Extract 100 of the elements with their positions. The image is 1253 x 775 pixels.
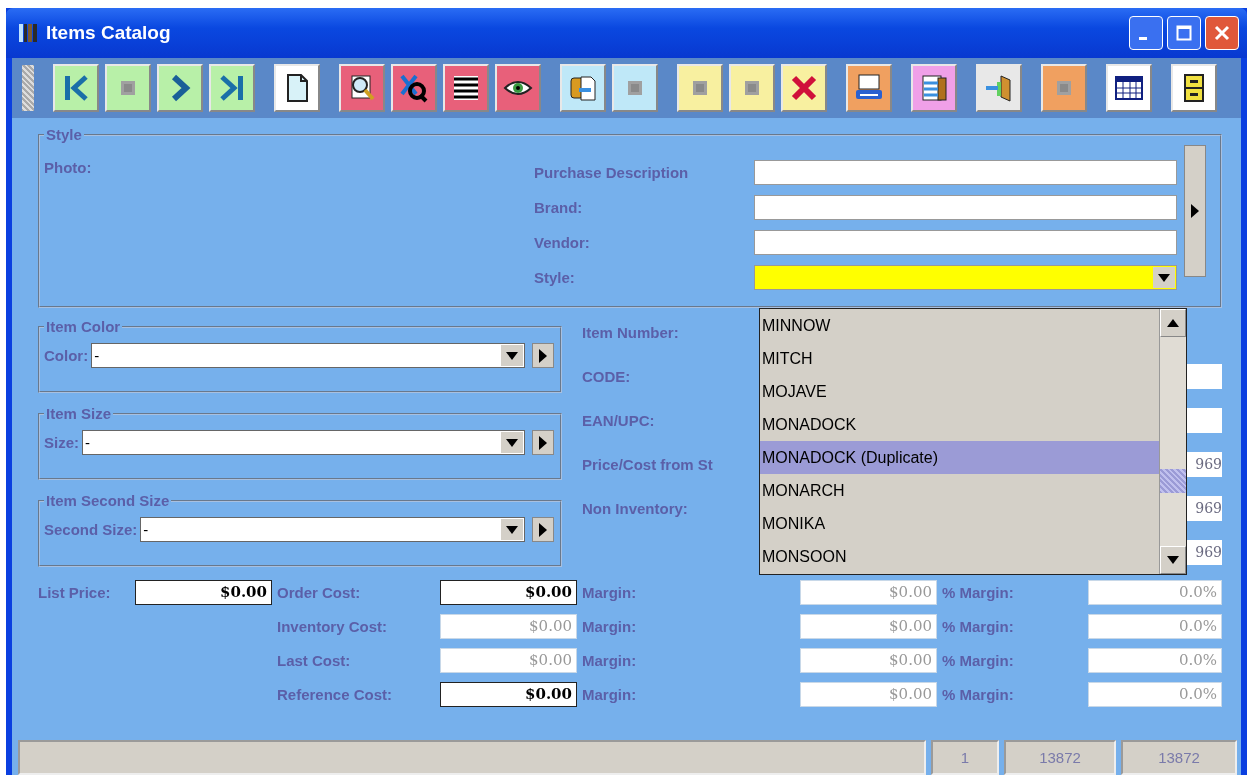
toolbar-grip[interactable] [22, 65, 34, 111]
dropdown-field[interactable]: - [82, 430, 525, 455]
field-label: % Margin: [941, 618, 1015, 635]
new-document-button[interactable] [274, 64, 320, 112]
close-icon [1214, 25, 1230, 41]
field-label: Margin: [581, 652, 638, 669]
import-button[interactable] [911, 64, 957, 112]
cost-field: $0.00 [440, 614, 577, 639]
text-field[interactable] [754, 230, 1177, 255]
margin-field: $0.00 [800, 682, 937, 707]
dropdown-option[interactable]: MITCH [760, 342, 1159, 375]
clear-search-icon [398, 72, 430, 104]
right-arrow-icon [539, 435, 547, 450]
dropdown-option[interactable]: MINNOW [760, 309, 1159, 342]
detail-button[interactable] [532, 343, 554, 368]
close-button[interactable] [1205, 16, 1239, 50]
right-arrow-icon [539, 522, 547, 537]
group-title: Item Second Size [45, 492, 171, 509]
clear-search-button[interactable] [391, 64, 437, 112]
app-logo-icon [18, 22, 38, 44]
percent-field: 0.0% [1088, 648, 1222, 673]
detail-button[interactable] [532, 430, 554, 455]
group-title: Item Size [45, 405, 113, 422]
dropdown-field[interactable]: - [140, 517, 525, 542]
search-button[interactable] [339, 64, 385, 112]
field-label: % Margin: [941, 686, 1015, 703]
minimize-icon [1139, 36, 1147, 40]
percent-field: 0.0% [1088, 580, 1222, 605]
eye-button[interactable] [495, 64, 541, 112]
field-label: Vendor: [534, 234, 591, 251]
right-arrow-icon [1191, 204, 1199, 218]
price-field[interactable]: $0.00 [135, 580, 272, 605]
dropdown-option[interactable]: MONADOCK [760, 408, 1159, 441]
field-label: Last Cost: [276, 652, 352, 669]
field-label: Margin: [581, 686, 638, 703]
field-label: Second Size: [44, 521, 138, 538]
minimize-button[interactable] [1129, 16, 1163, 50]
field-label: Purchase Description [534, 164, 690, 181]
table-button[interactable] [1106, 64, 1152, 112]
cost-field[interactable]: $0.00 [440, 580, 577, 605]
field-label: Reference Cost: [276, 686, 394, 703]
field-label: Price/Cost from St [582, 455, 713, 473]
up-arrow-icon [1167, 319, 1179, 327]
field-label: Item Number: [582, 323, 679, 341]
cabinet-button[interactable] [1171, 64, 1217, 112]
scroll-down-button[interactable] [1160, 546, 1186, 574]
detail-button[interactable] [532, 517, 554, 542]
right-arrow-icon [539, 348, 547, 363]
dropdown-option[interactable]: MONSOON [760, 540, 1159, 573]
percent-field: 0.0% [1088, 614, 1222, 639]
field-label: CODE: [582, 367, 631, 385]
field-label: % Margin: [941, 652, 1015, 669]
field-label: % Margin: [941, 584, 1015, 601]
dropdown-option[interactable]: MONADOCK (Duplicate) [760, 441, 1159, 474]
text-field[interactable]: 969 [1187, 495, 1222, 521]
next-record-button[interactable] [157, 64, 203, 112]
status-cell: 13872 [1004, 740, 1116, 775]
cost-field[interactable]: $0.00 [440, 682, 577, 707]
text-field[interactable]: 969 [1187, 451, 1222, 477]
margin-field: $0.00 [800, 614, 937, 639]
scroll-up-button[interactable] [1160, 309, 1186, 337]
window-title: Items Catalog [46, 22, 172, 44]
dropdown-option[interactable]: MOJAVE [760, 375, 1159, 408]
dropdown-field[interactable]: - [91, 343, 525, 368]
print-button[interactable] [846, 64, 892, 112]
field-label: Style: [534, 269, 576, 286]
style-dropdown-field[interactable] [754, 265, 1177, 290]
first-record-button[interactable] [53, 64, 99, 112]
field-label: Margin: [581, 618, 638, 635]
text-field[interactable] [1187, 407, 1222, 433]
down-arrow-icon [1167, 556, 1179, 564]
field-label: List Price: [38, 584, 112, 601]
text-field[interactable]: 969 [1187, 539, 1222, 565]
dropdown-option[interactable]: MONARCH [760, 474, 1159, 507]
text-field[interactable] [754, 160, 1177, 185]
field-label: EAN/UPC: [582, 411, 655, 429]
maximize-button[interactable] [1167, 16, 1201, 50]
text-field[interactable] [754, 195, 1177, 220]
field-label: Brand: [534, 199, 584, 216]
maximize-icon [1176, 25, 1192, 41]
field-label: Order Cost: [276, 584, 362, 601]
field-label: Margin: [581, 584, 638, 601]
field-label: Inventory Cost: [276, 618, 388, 635]
margin-field: $0.00 [800, 648, 937, 673]
percent-field: 0.0% [1088, 682, 1222, 707]
field-label: Non Inventory: [582, 499, 688, 517]
status-cell: 13872 [1121, 740, 1237, 775]
margin-field: $0.00 [800, 580, 937, 605]
field-label: Size: [44, 434, 79, 451]
scroll-thumb[interactable] [1160, 469, 1186, 493]
list-button[interactable] [443, 64, 489, 112]
text-field[interactable] [1187, 363, 1222, 389]
exit-button[interactable] [976, 64, 1022, 112]
dropdown-option[interactable]: MONIKA [760, 507, 1159, 540]
last-record-button[interactable] [209, 64, 255, 112]
side-arrow-button[interactable] [1184, 145, 1206, 277]
scrollbar[interactable] [1159, 309, 1186, 574]
export-button[interactable] [560, 64, 606, 112]
group-title: Item Color [45, 318, 122, 335]
delete-button[interactable] [781, 64, 827, 112]
